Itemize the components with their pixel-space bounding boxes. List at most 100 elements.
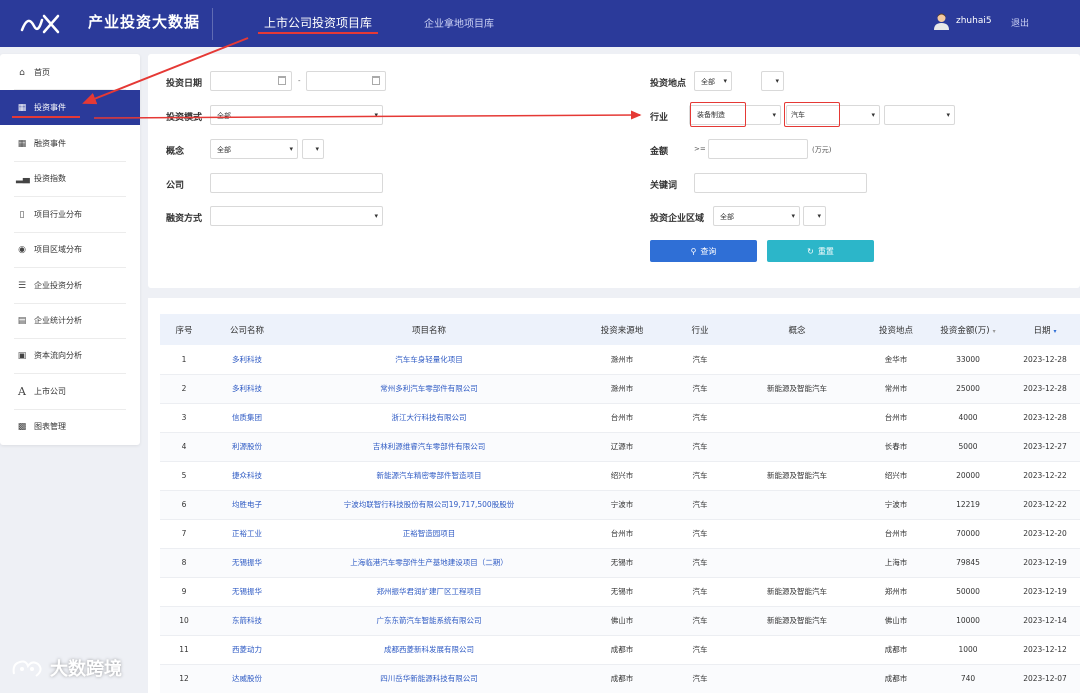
company-name-link[interactable]: 西菱动力 bbox=[208, 635, 286, 664]
amount-input[interactable] bbox=[708, 139, 808, 159]
table-row[interactable]: 12 达威股份 四川岳华新能源科技有限公司 成都市 汽车 成都市 740 2023-12-07 bbox=[160, 664, 1080, 693]
table-row[interactable]: 5 捷众科技 新能源汽车精密零部件智造项目 绍兴市 汽车 新能源及智能汽车 绍兴市 20000… bbox=[160, 461, 1080, 490]
invest-amount: 25000 bbox=[956, 384, 980, 393]
row-index: 2 bbox=[181, 384, 187, 393]
table-header-row: 序号 公司名称 项目名称 投资来源地 行业 概念 投资地点 投资金额(万) ▾ 日期 ▾ bbox=[160, 314, 1080, 345]
project-name-link[interactable]: 成都西菱新科发展有限公司 bbox=[286, 635, 572, 664]
sidebar-item-chart-management[interactable]: ▩ 图表管理 bbox=[0, 409, 140, 444]
invest-date: 2023-12-20 bbox=[1023, 529, 1067, 538]
table-row[interactable]: 1 多利科技 汽车车身轻量化项目 滁州市 汽车 金华市 33000 2023-12-28 bbox=[160, 345, 1080, 374]
column-header[interactable]: 投资金额(万) ▾ bbox=[926, 314, 1010, 345]
industry-label: 行业 bbox=[650, 113, 669, 123]
tab-land-projects[interactable]: 企业拿地项目库 bbox=[424, 15, 494, 30]
project-name-link[interactable]: 吉林利源维睿汽车零部件有限公司 bbox=[286, 432, 572, 461]
company-input[interactable] bbox=[210, 173, 383, 193]
sort-icon[interactable]: ▾ bbox=[993, 328, 996, 335]
company-name-link[interactable]: 多利科技 bbox=[208, 345, 286, 374]
keyword-input[interactable] bbox=[694, 173, 867, 193]
project-name-link[interactable]: 宁波均联智行科技股份有限公司19,717,500股股份 bbox=[286, 490, 572, 519]
project-name-link[interactable]: 新能源汽车精密零部件智造项目 bbox=[286, 461, 572, 490]
table-row[interactable]: 2 多利科技 常州多利汽车零部件有限公司 滁州市 汽车 新能源及智能汽车 常州市 25000 2… bbox=[160, 374, 1080, 403]
logout-link[interactable]: 退出 bbox=[1011, 16, 1029, 29]
project-name-link[interactable]: 四川岳华新能源科技有限公司 bbox=[286, 664, 572, 693]
sidebar-item-investment-index[interactable]: ▂▄ 投资指数 bbox=[0, 161, 140, 196]
company-name-link[interactable]: 信质集团 bbox=[208, 403, 286, 432]
sub-concept-select[interactable]: ▾ bbox=[302, 139, 324, 159]
chevron-down-icon: ▾ bbox=[775, 77, 779, 85]
sidebar-item-enterprise-statistics[interactable]: ▤ 企业统计分析 bbox=[0, 303, 140, 338]
location-city-select[interactable]: ▾ bbox=[761, 71, 784, 91]
tab-listed-company-projects[interactable]: 上市公司投资项目库 bbox=[257, 14, 379, 34]
source-location: 台州市 bbox=[610, 413, 634, 422]
date-start-input[interactable] bbox=[210, 71, 292, 91]
column-header: 概念 bbox=[788, 325, 806, 336]
table-row[interactable]: 11 西菱动力 成都西菱新科发展有限公司 成都市 汽车 成都市 1000 2023-12-12 bbox=[160, 635, 1080, 664]
company-name-link[interactable]: 达威股份 bbox=[208, 664, 286, 693]
table-row[interactable]: 9 无锡振华 郑州振华君润扩建厂区工程项目 无锡市 汽车 新能源及智能汽车 郑州市 50000… bbox=[160, 577, 1080, 606]
table-row[interactable]: 4 利源股份 吉林利源维睿汽车零部件有限公司 辽源市 汽车 长春市 5000 2023-12-… bbox=[160, 432, 1080, 461]
sidebar-item-region-distribution[interactable]: ◉ 项目区域分布 bbox=[0, 232, 140, 267]
query-button[interactable]: ⚲ 查询 bbox=[650, 240, 757, 262]
company-name-link[interactable]: 无锡振华 bbox=[208, 548, 286, 577]
project-name-link[interactable]: 广东东箭汽车智能系统有限公司 bbox=[286, 606, 572, 635]
home-icon: ⌂ bbox=[19, 67, 25, 78]
chevron-down-icon: ▾ bbox=[946, 111, 950, 119]
project-name-link[interactable]: 正裕智造园项目 bbox=[286, 519, 572, 548]
region-sub-select[interactable]: ▾ bbox=[803, 206, 826, 226]
amount-operator: >= bbox=[694, 145, 706, 153]
sidebar-item-label: 项目区域分布 bbox=[34, 245, 82, 254]
chevron-down-icon: ▾ bbox=[374, 212, 378, 220]
company-name-link[interactable]: 无锡振华 bbox=[208, 577, 286, 606]
region-select[interactable]: 全部 ▾ bbox=[713, 206, 800, 226]
industry: 汽车 bbox=[692, 529, 708, 538]
company-name-link[interactable]: 正裕工业 bbox=[208, 519, 286, 548]
date-end-input[interactable] bbox=[306, 71, 386, 91]
project-name-link[interactable]: 汽车车身轻量化项目 bbox=[286, 345, 572, 374]
project-name-link[interactable]: 浙江大行科技有限公司 bbox=[286, 403, 572, 432]
sidebar-item-industry-distribution[interactable]: ▯ 项目行业分布 bbox=[0, 197, 140, 232]
reset-button-label: 重置 bbox=[817, 246, 834, 256]
table-row[interactable]: 3 信质集团 浙江大行科技有限公司 台州市 汽车 台州市 4000 2023-12-28 bbox=[160, 403, 1080, 432]
location-province-select[interactable]: 全部 ▾ bbox=[694, 71, 732, 91]
table-row[interactable]: 8 无锡振华 上海临港汽车零部件生产基地建设项目（二期） 无锡市 汽车 上海市 79845 2… bbox=[160, 548, 1080, 577]
invest-date-label: 投资日期 bbox=[166, 79, 203, 89]
company-name-link[interactable]: 捷众科技 bbox=[208, 461, 286, 490]
concept bbox=[728, 664, 866, 693]
table-row[interactable]: 6 均胜电子 宁波均联智行科技股份有限公司19,717,500股股份 宁波市 汽车 宁波市… bbox=[160, 490, 1080, 519]
table-row[interactable]: 7 正裕工业 正裕智造园项目 台州市 汽车 台州市 70000 2023-12-20 bbox=[160, 519, 1080, 548]
invest-mode-value: 全部 bbox=[217, 112, 231, 120]
column-header: 行业 bbox=[691, 325, 709, 336]
row-index: 6 bbox=[181, 500, 187, 509]
industry-select-3[interactable]: ▾ bbox=[884, 105, 955, 125]
sidebar-item-investment-events[interactable]: ▦ 投资事件 bbox=[0, 90, 140, 125]
sidebar-item-label: 投资指数 bbox=[34, 174, 66, 183]
company-name-link[interactable]: 东箭科技 bbox=[208, 606, 286, 635]
project-name-link[interactable]: 上海临港汽车零部件生产基地建设项目（二期） bbox=[286, 548, 572, 577]
concept-select[interactable]: 全部 ▾ bbox=[210, 139, 298, 159]
table-row[interactable]: 10 东箭科技 广东东箭汽车智能系统有限公司 佛山市 汽车 新能源及智能汽车 佛山市 1000… bbox=[160, 606, 1080, 635]
company-name-link[interactable]: 多利科技 bbox=[208, 374, 286, 403]
chevron-down-icon: ▾ bbox=[374, 111, 378, 119]
company-name-link[interactable]: 均胜电子 bbox=[208, 490, 286, 519]
concept: 新能源及智能汽车 bbox=[767, 384, 827, 393]
company-name-link[interactable]: 利源股份 bbox=[208, 432, 286, 461]
project-name-link[interactable]: 郑州振华君润扩建厂区工程项目 bbox=[286, 577, 572, 606]
sort-icon[interactable]: ▾ bbox=[1054, 328, 1057, 335]
sidebar-item-financing-events[interactable]: ▦ 融资事件 bbox=[0, 126, 140, 161]
user-name[interactable]: zhuhai5 bbox=[956, 16, 992, 26]
invest-amount: 50000 bbox=[956, 587, 980, 596]
reset-button[interactable]: ↻ 重置 bbox=[767, 240, 874, 262]
user-avatar-icon[interactable] bbox=[934, 13, 949, 30]
sidebar-item-enterprise-investment[interactable]: ☰ 企业投资分析 bbox=[0, 268, 140, 303]
invest-mode-select[interactable]: 全部 ▾ bbox=[210, 105, 383, 125]
invest-amount: 79845 bbox=[956, 558, 980, 567]
sidebar-item-home[interactable]: ⌂ 首页 bbox=[0, 55, 140, 90]
sidebar-item-capital-flow[interactable]: ▣ 资本流向分析 bbox=[0, 338, 140, 373]
refresh-icon: ↻ bbox=[807, 246, 814, 256]
row-index: 11 bbox=[179, 645, 189, 654]
financing-select[interactable]: ▾ bbox=[210, 206, 383, 226]
sidebar-item-listed-companies[interactable]: A 上市公司 bbox=[0, 374, 140, 409]
project-name-link[interactable]: 常州多利汽车零部件有限公司 bbox=[286, 374, 572, 403]
invest-location: 台州市 bbox=[884, 413, 908, 422]
column-header[interactable]: 日期 ▾ bbox=[1010, 314, 1080, 345]
